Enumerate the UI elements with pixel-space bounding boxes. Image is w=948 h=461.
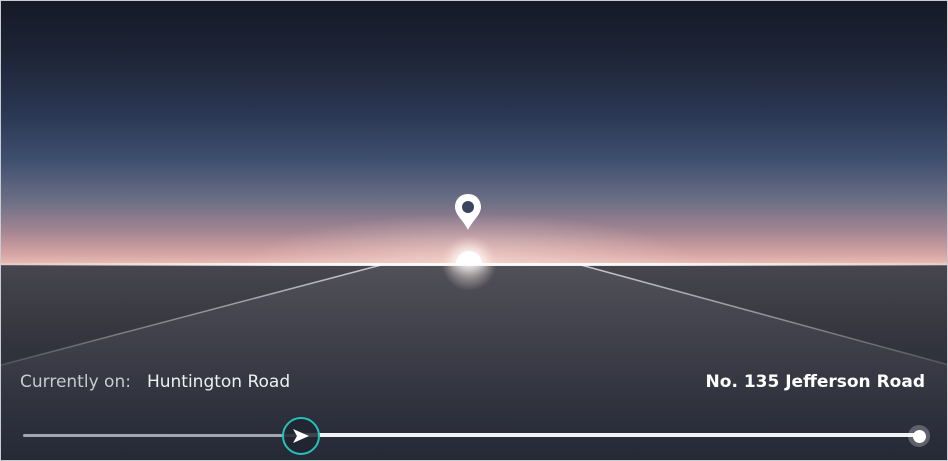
location-pin-icon	[455, 194, 481, 230]
current-position-marker[interactable]	[281, 417, 320, 455]
current-location-label: Currently on:	[20, 372, 131, 392]
navigation-arrow-icon	[292, 429, 309, 443]
road-surface	[1, 265, 947, 460]
route-progress-screen: Currently on: Huntington Road No. 135 Je…	[0, 0, 948, 461]
destination-dot-icon	[912, 429, 926, 443]
route-progress-completed	[23, 434, 301, 437]
route-progress-remaining	[300, 433, 919, 437]
current-road-name: Huntington Road	[146, 372, 291, 392]
route-info-row: Currently on: Huntington Road No. 135 Je…	[20, 368, 925, 396]
destination-marker[interactable]	[908, 425, 930, 447]
current-location: Currently on: Huntington Road	[20, 372, 290, 392]
road-perspective	[1, 265, 947, 460]
route-progress-track[interactable]	[23, 433, 919, 437]
destination-address: No. 135 Jefferson Road	[705, 372, 925, 392]
